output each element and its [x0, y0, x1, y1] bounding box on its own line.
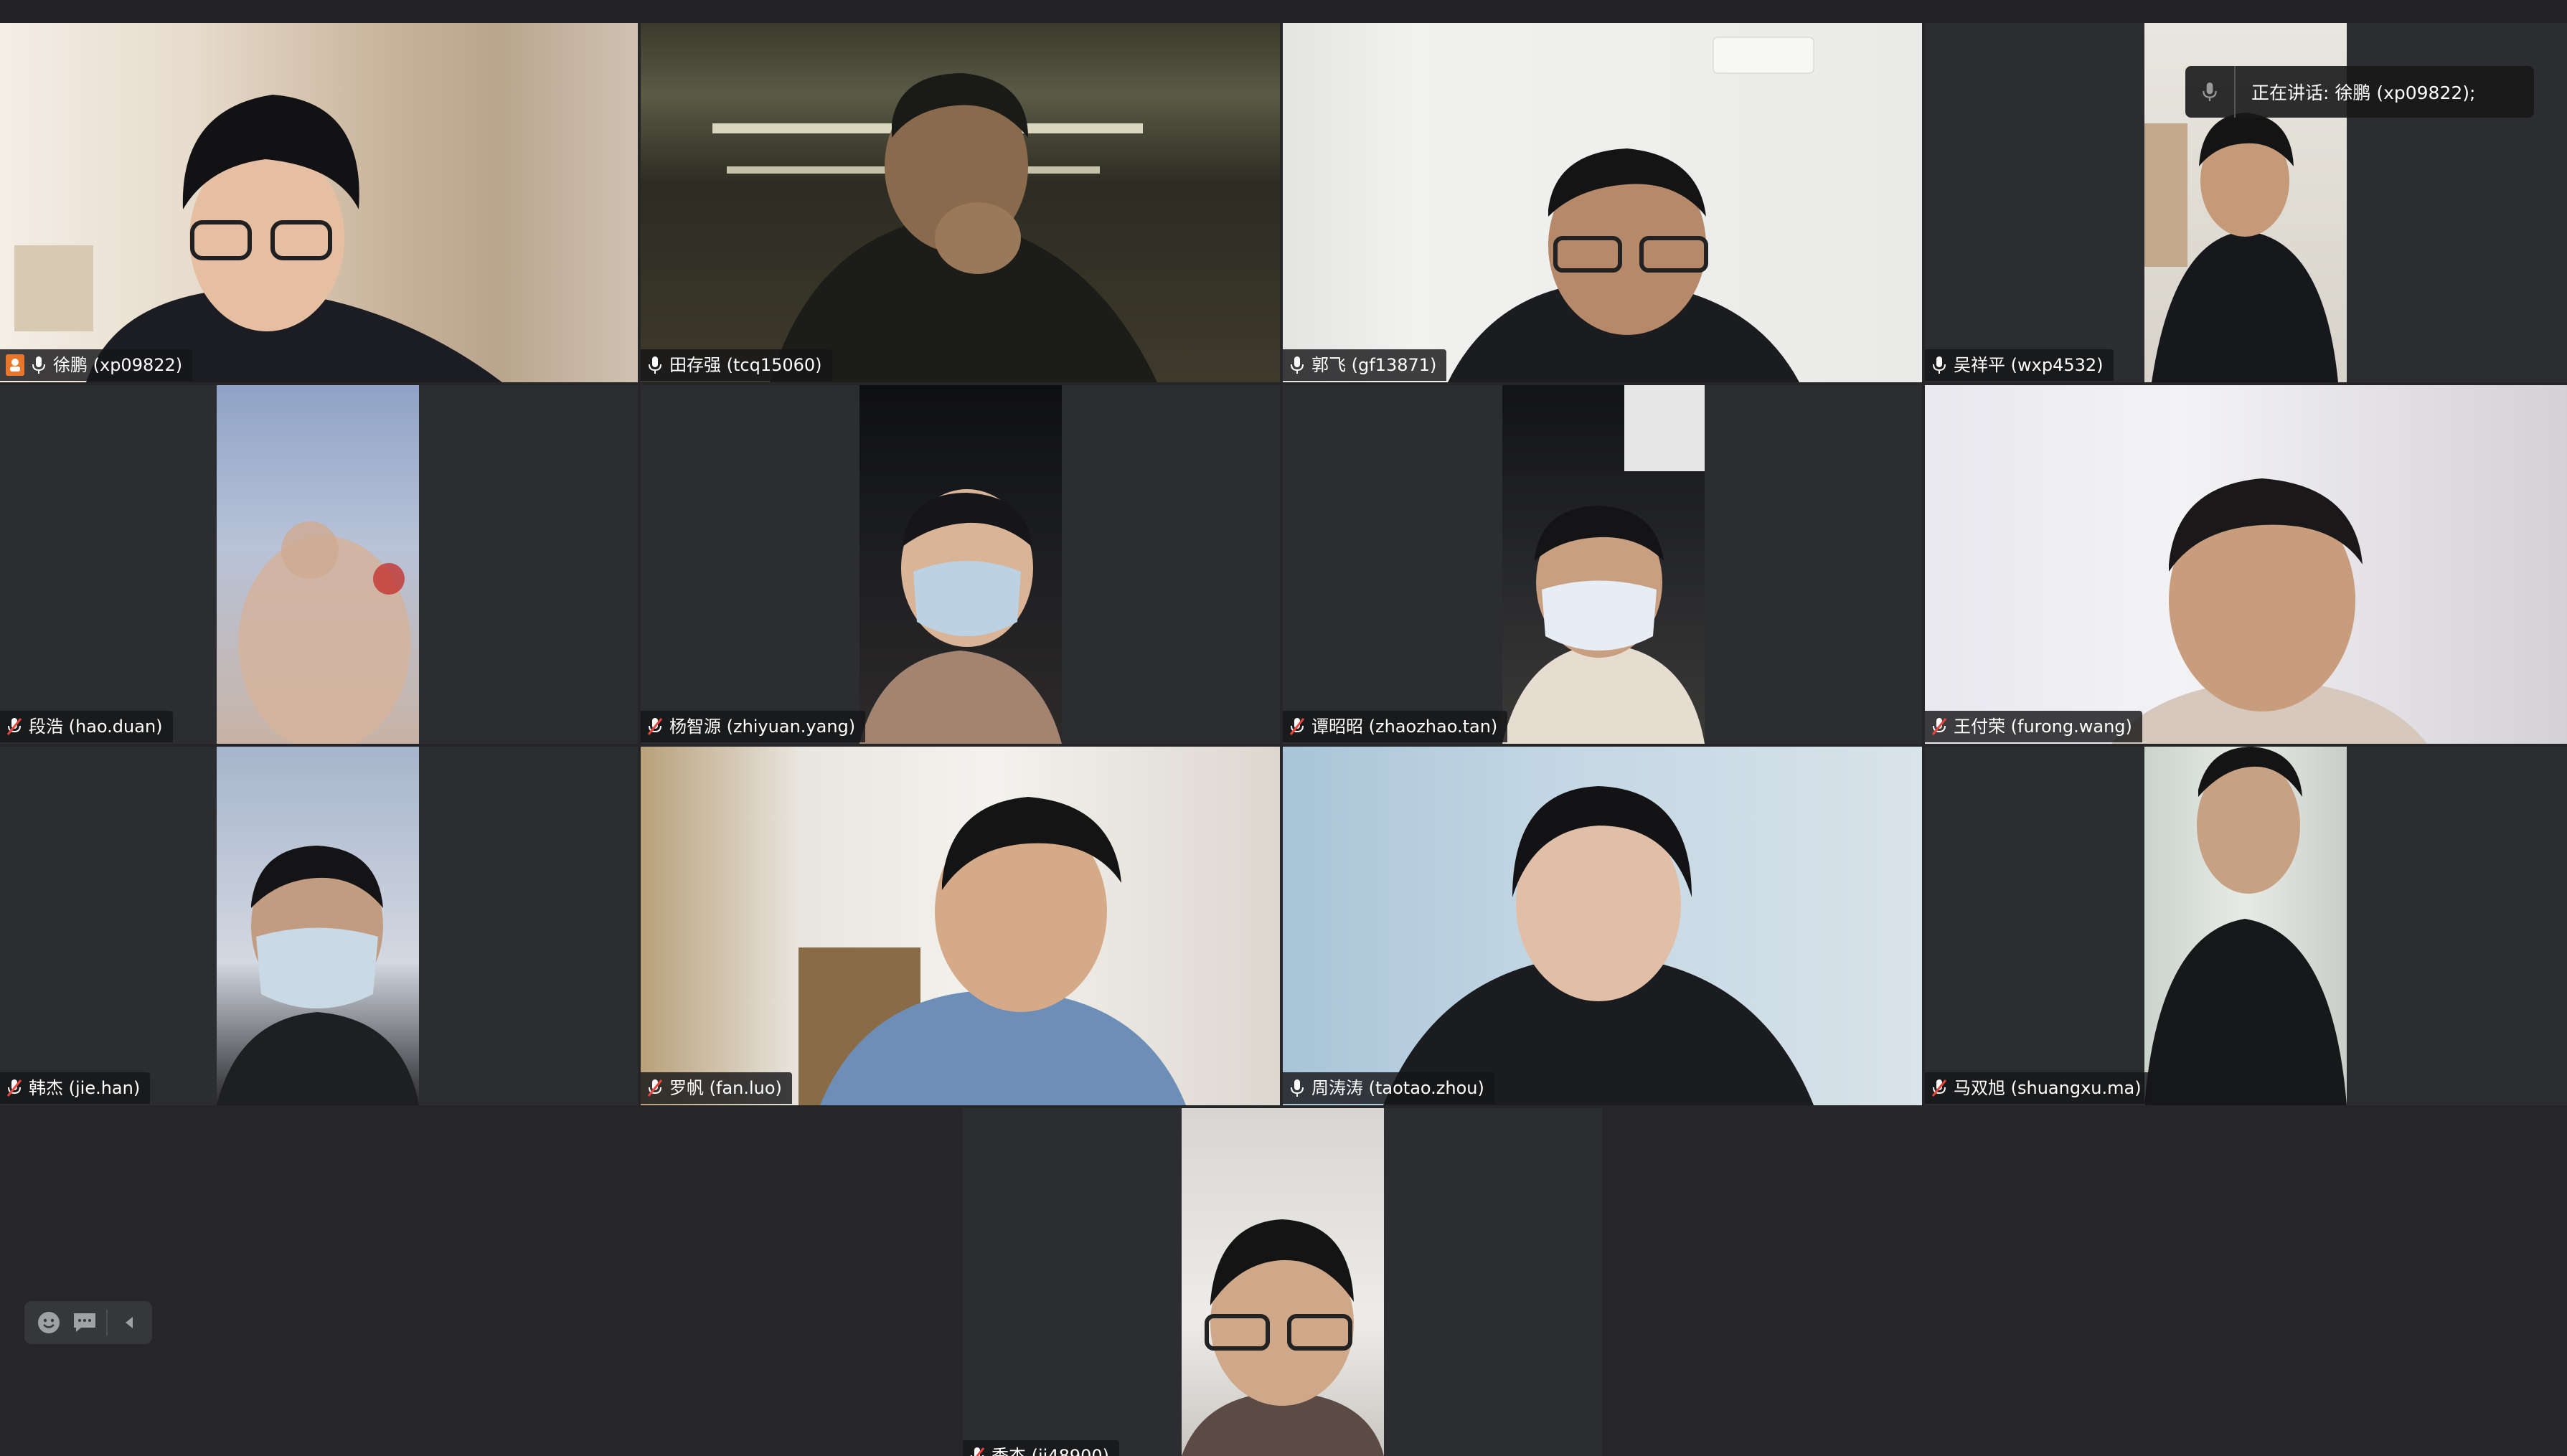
participant-name-tag: 周涛涛 (taotao.zhou) — [1283, 1072, 1494, 1104]
caret-left-icon[interactable] — [115, 1308, 143, 1337]
participant-name-tag: 杨智源 (zhiyuan.yang) — [641, 711, 866, 742]
participant-name: 田存强 (tcq15060) — [669, 355, 822, 375]
participant-name: 韩杰 (jie.han) — [29, 1078, 141, 1098]
mic-icon — [32, 356, 45, 374]
participant-video — [1283, 747, 1922, 1105]
participant-silhouette — [859, 489, 1062, 744]
participant-video — [1925, 385, 2567, 744]
active-speaker-text: 正在讲话: 徐鹏 (xp09822); — [2251, 82, 2476, 103]
chat-icon[interactable] — [70, 1308, 99, 1337]
participant-name-tag: 韩杰 (jie.han) — [0, 1072, 151, 1104]
participant-silhouette — [1182, 1219, 1384, 1456]
participant-name: 杨智源 (zhiyuan.yang) — [669, 717, 856, 737]
mic-muted-icon — [647, 718, 663, 735]
participant-name: 段浩 (hao.duan) — [29, 717, 163, 737]
participant-silhouette — [14, 95, 502, 382]
mic-muted-icon — [971, 1447, 985, 1456]
participant-name: 季杰 (jj48900) — [992, 1446, 1110, 1456]
participant-video — [1283, 23, 1922, 382]
participant-silhouette — [238, 521, 410, 744]
participant-name: 谭昭昭 (zhaozhao.tan) — [1311, 717, 1498, 737]
participant-name: 马双旭 (shuangxu.ma) — [1954, 1078, 2142, 1098]
mic-muted-icon — [1931, 718, 1947, 735]
active-speaker-indicator: 正在讲话: 徐鹏 (xp09822); — [2185, 66, 2534, 118]
mic-muted-icon — [1289, 718, 1305, 735]
participant-video — [1502, 385, 1705, 744]
mic-icon — [1291, 1079, 1304, 1097]
video-tile[interactable]: 周涛涛 (taotao.zhou) — [1283, 747, 1922, 1105]
host-icon — [6, 354, 24, 376]
mic-muted-icon — [6, 1079, 22, 1097]
participant-video — [217, 385, 419, 744]
participant-name-tag: 谭昭昭 (zhaozhao.tan) — [1283, 711, 1508, 742]
mic-icon — [649, 356, 661, 374]
video-tile[interactable]: 马双旭 (shuangxu.ma) — [1925, 747, 2567, 1105]
mic-muted-icon — [647, 1079, 663, 1097]
video-tile[interactable]: 郭飞 (gf13871) — [1283, 23, 1922, 382]
participant-silhouette — [2111, 478, 2427, 744]
reaction-toolbar — [24, 1301, 152, 1344]
video-tile[interactable]: 王付荣 (furong.wang) — [1925, 385, 2567, 744]
video-tile[interactable]: 谭昭昭 (zhaozhao.tan) — [1283, 385, 1922, 744]
participant-name: 郭飞 (gf13871) — [1311, 355, 1437, 375]
participant-name: 王付荣 (furong.wang) — [1954, 717, 2132, 737]
participant-name-tag: 马双旭 (shuangxu.ma) — [1925, 1072, 2152, 1104]
participant-video — [217, 747, 419, 1105]
mic-icon — [2203, 82, 2217, 101]
participant-video — [859, 385, 1062, 744]
participant-silhouette — [1383, 786, 1814, 1105]
participant-video — [0, 23, 638, 382]
participant-name-tag: 罗帆 (fan.luo) — [641, 1072, 792, 1104]
video-tile[interactable]: 罗帆 (fan.luo) — [641, 747, 1280, 1105]
video-tile[interactable]: 季杰 (jj48900) — [963, 1108, 1602, 1456]
participant-name-tag: 田存强 (tcq15060) — [641, 349, 832, 381]
participant-name-tag: 郭飞 (gf13871) — [1283, 349, 1447, 381]
top-bar — [0, 0, 2567, 23]
mic-icon — [1291, 356, 1304, 374]
participant-video — [1182, 1108, 1384, 1456]
participant-name: 罗帆 (fan.luo) — [669, 1078, 782, 1098]
video-gallery: 徐鹏 (xp09822) 田存强 (tcq15060) 郭飞 (gf13871)… — [0, 23, 2567, 1456]
video-tile[interactable]: 段浩 (hao.duan) — [0, 385, 638, 744]
participant-video — [641, 747, 1280, 1105]
video-tile[interactable]: 田存强 (tcq15060) — [641, 23, 1280, 382]
participant-name-tag: 段浩 (hao.duan) — [0, 711, 173, 742]
video-tile[interactable]: 韩杰 (jie.han) — [0, 747, 638, 1105]
participant-name: 徐鹏 (xp09822) — [53, 355, 183, 375]
participant-video — [641, 23, 1280, 382]
participant-silhouette — [799, 797, 1186, 1105]
participant-name-tag: 季杰 (jj48900) — [963, 1440, 1120, 1456]
mic-muted-icon — [1931, 1079, 1947, 1097]
video-tile[interactable]: 杨智源 (zhiyuan.yang) — [641, 385, 1280, 744]
participant-name: 吴祥平 (wxp4532) — [1954, 355, 2104, 375]
participant-silhouette — [2144, 747, 2347, 1105]
participant-silhouette — [1502, 385, 1705, 744]
participant-name-tag: 吴祥平 (wxp4532) — [1925, 349, 2114, 381]
participant-silhouette — [217, 846, 419, 1105]
participant-video — [2144, 747, 2347, 1105]
mic-muted-icon — [6, 718, 22, 735]
mic-icon — [1933, 356, 1946, 374]
video-tile-active-speaker[interactable]: 徐鹏 (xp09822) — [0, 23, 638, 382]
participant-name: 周涛涛 (taotao.zhou) — [1311, 1078, 1484, 1098]
smiley-icon[interactable] — [34, 1308, 63, 1337]
participant-name-tag: 徐鹏 (xp09822) — [0, 349, 193, 381]
participant-silhouette — [1448, 37, 1814, 382]
participant-name-tag: 王付荣 (furong.wang) — [1925, 711, 2142, 742]
toolbar-divider — [106, 1310, 108, 1336]
participant-silhouette — [712, 73, 1157, 382]
